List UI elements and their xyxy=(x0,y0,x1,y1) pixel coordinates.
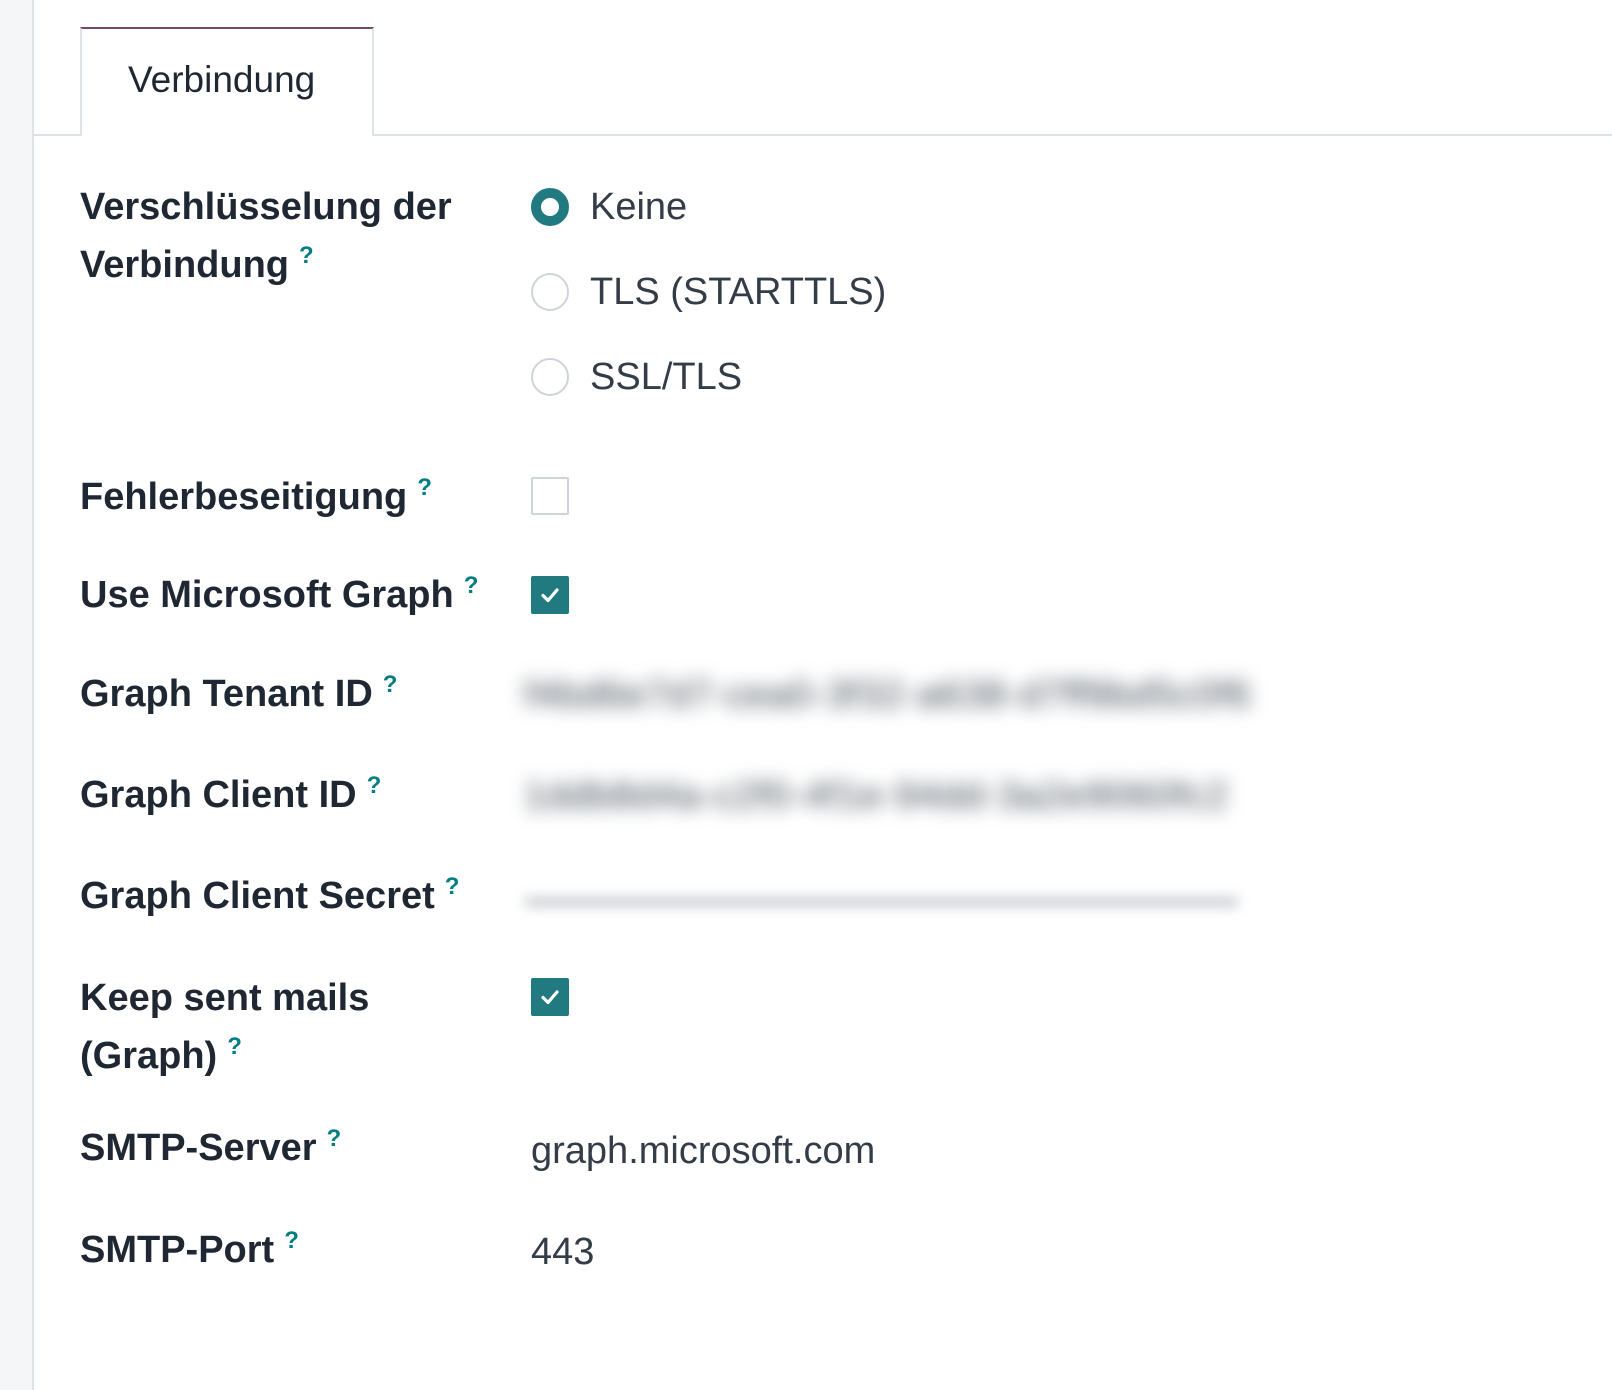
encryption-label-line1: Verschlüsselung der xyxy=(80,186,452,228)
tenant-id-input[interactable]: f4bd6e7d7-cea0-3f32-a638-d7ff9bd5c0f6 xyxy=(524,671,1251,719)
left-gutter xyxy=(0,0,34,1390)
client-secret-label: Graph Client Secret? xyxy=(80,867,459,925)
use-graph-checkbox[interactable] xyxy=(531,576,569,614)
smtp-server-label: SMTP-Server? xyxy=(80,1119,341,1177)
radio-ssl-tls[interactable] xyxy=(531,358,569,396)
radio-label-tls-starttls[interactable]: TLS (STARTTLS) xyxy=(590,270,886,314)
help-icon[interactable]: ? xyxy=(383,673,398,697)
debugging-label-text: Fehlerbeseitigung xyxy=(80,476,408,518)
help-icon[interactable]: ? xyxy=(327,1127,342,1151)
radio-label-ssl-tls[interactable]: SSL/TLS xyxy=(590,355,742,399)
smtp-server-label-text: SMTP-Server xyxy=(80,1127,317,1169)
keep-sent-label-line1: Keep sent mails xyxy=(80,977,370,1019)
client-id-label-text: Graph Client ID xyxy=(80,774,357,816)
keep-sent-label-line2: (Graph)? xyxy=(80,1027,369,1085)
notebook-tabs: Verbindung xyxy=(34,0,1612,136)
client-id-label: Graph Client ID? xyxy=(80,766,381,824)
radio-tls-starttls[interactable] xyxy=(531,273,569,311)
smtp-port-label: SMTP-Port? xyxy=(80,1221,299,1279)
use-graph-label-text: Use Microsoft Graph xyxy=(80,574,454,616)
help-icon[interactable]: ? xyxy=(227,1035,242,1059)
help-icon[interactable]: ? xyxy=(445,875,460,899)
client-secret-input[interactable] xyxy=(524,897,1239,907)
keep-sent-label-text: (Graph) xyxy=(80,1035,218,1077)
encryption-label: Verschlüsselung der Verbindung? xyxy=(80,178,452,294)
encryption-label-line2: Verbindung? xyxy=(80,236,452,294)
tenant-id-label-text: Graph Tenant ID xyxy=(80,673,373,715)
encryption-label-text: Verbindung xyxy=(80,244,289,286)
help-icon[interactable]: ? xyxy=(367,774,382,798)
keep-sent-checkbox[interactable] xyxy=(531,978,569,1016)
help-icon[interactable]: ? xyxy=(299,244,314,268)
debugging-label: Fehlerbeseitigung? xyxy=(80,468,432,526)
form-sheet: Verbindung Verschlüsselung der Verbindun… xyxy=(34,0,1612,1390)
keep-sent-label: Keep sent mails (Graph)? xyxy=(80,969,369,1085)
page: Verbindung Verschlüsselung der Verbindun… xyxy=(0,0,1612,1390)
tenant-id-label: Graph Tenant ID? xyxy=(80,665,397,723)
checkmark-icon xyxy=(541,990,559,1005)
client-secret-label-text: Graph Client Secret xyxy=(80,875,435,917)
checkmark-icon xyxy=(541,588,559,603)
radio-keine[interactable] xyxy=(531,188,569,226)
tab-label: Verbindung xyxy=(128,59,316,100)
client-id-input[interactable]: 1ddb8d4a-c2f0-4f1e-94dd-3a2e9060fc2 xyxy=(524,772,1229,820)
tab-verbindung[interactable]: Verbindung xyxy=(80,27,374,136)
radio-label-keine[interactable]: Keine xyxy=(590,185,687,229)
smtp-port-label-text: SMTP-Port xyxy=(80,1229,275,1271)
help-icon[interactable]: ? xyxy=(284,1229,299,1253)
help-icon[interactable]: ? xyxy=(417,476,432,500)
use-graph-label: Use Microsoft Graph? xyxy=(80,566,478,624)
debugging-checkbox[interactable] xyxy=(531,477,569,515)
smtp-server-input[interactable]: graph.microsoft.com xyxy=(531,1127,875,1175)
help-icon[interactable]: ? xyxy=(464,574,479,598)
smtp-port-input[interactable]: 443 xyxy=(531,1228,594,1276)
